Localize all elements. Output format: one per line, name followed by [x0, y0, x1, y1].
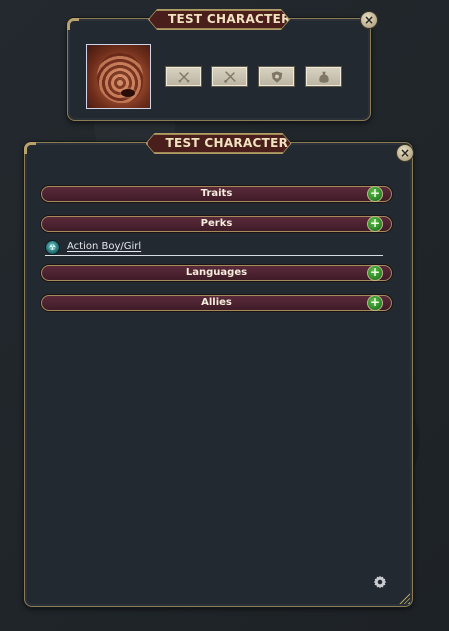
sheet-window-title: TEST CHARACTER [147, 134, 291, 153]
section-languages[interactable]: Languages + [41, 265, 392, 281]
add-perk-button[interactable]: + [367, 216, 383, 232]
frame-corner [67, 18, 79, 30]
close-button[interactable]: × [360, 11, 378, 29]
section-label: Allies [201, 297, 232, 308]
section-label: Perks [200, 218, 233, 229]
section-label: Languages [185, 267, 248, 278]
section-label: Traits [200, 188, 233, 199]
character-window: TEST CHARACTER × [67, 18, 378, 121]
character-sheet-window: TEST CHARACTER × Traits + Perks + ☢ Acti… [24, 142, 414, 607]
gear-icon[interactable] [373, 575, 387, 589]
equip-slot-weapon[interactable] [165, 66, 202, 87]
character-window-title: TEST CHARACTER [149, 10, 289, 29]
add-trait-button[interactable]: + [367, 186, 383, 202]
crossed-swords-icon [177, 71, 190, 83]
frame-corner [24, 142, 36, 154]
equip-slot-pouch[interactable] [305, 66, 342, 87]
shield-icon [271, 70, 282, 83]
close-button[interactable]: × [396, 144, 414, 162]
equip-slot-tool[interactable] [211, 66, 248, 87]
section-allies[interactable]: Allies + [41, 295, 392, 311]
pouch-icon [318, 71, 329, 83]
crossed-tools-icon [223, 70, 236, 83]
section-perks[interactable]: Perks + [41, 216, 392, 232]
character-portrait[interactable] [86, 44, 151, 109]
resize-handle[interactable] [399, 593, 410, 604]
equip-slot-armor[interactable] [258, 66, 295, 87]
perk-badge-icon: ☢ [45, 240, 60, 255]
add-language-button[interactable]: + [367, 265, 383, 281]
section-traits[interactable]: Traits + [41, 186, 392, 202]
perk-label[interactable]: Action Boy/Girl [67, 241, 141, 252]
perk-list-item[interactable]: ☢ Action Boy/Girl [45, 240, 383, 256]
add-ally-button[interactable]: + [367, 295, 383, 311]
